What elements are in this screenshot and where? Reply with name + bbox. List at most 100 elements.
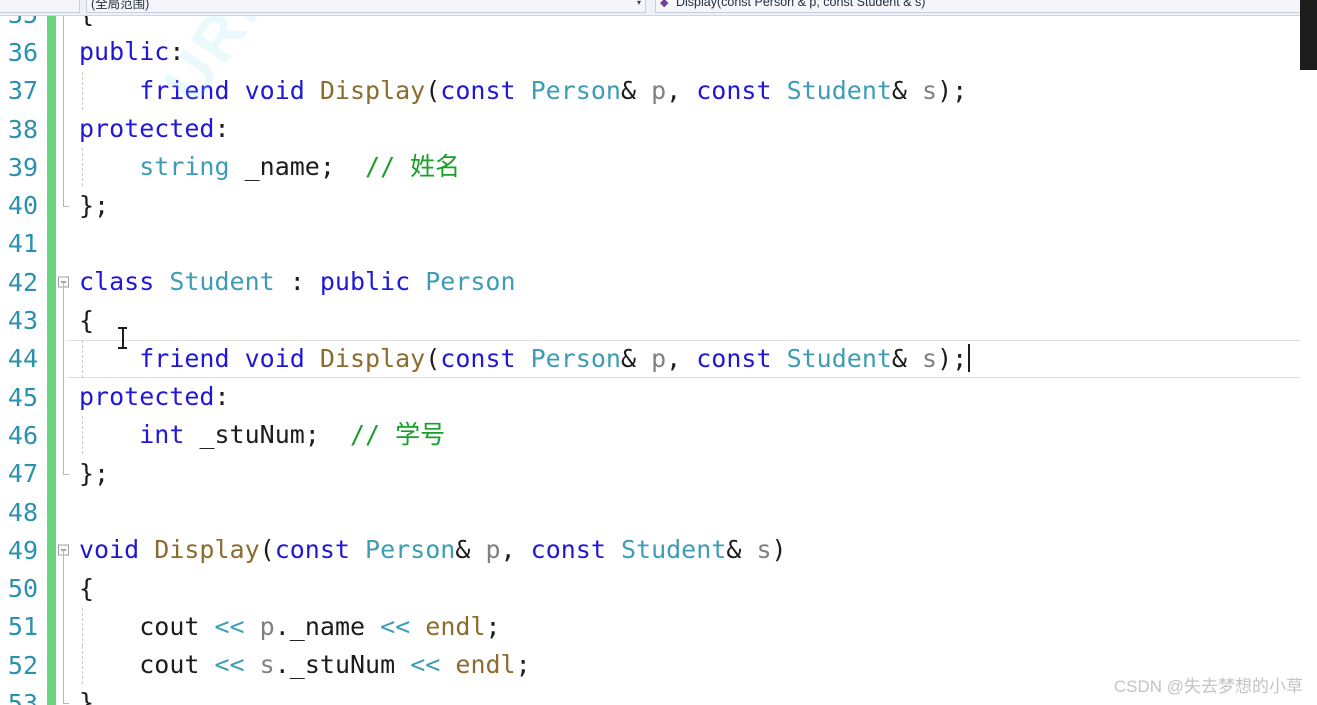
code-editor-surface[interactable]: UREN DE 35{36public:37 friend void Displ… bbox=[0, 16, 1317, 705]
line-number: 39 bbox=[7, 152, 38, 182]
code-text[interactable]: }; bbox=[73, 187, 1317, 225]
outlining-column bbox=[56, 493, 73, 531]
code-text[interactable]: void Display(const Person& p, const Stud… bbox=[73, 531, 1317, 569]
scrollbar-thumb[interactable] bbox=[1300, 16, 1317, 70]
token-typ: string bbox=[139, 152, 230, 182]
code-text[interactable]: protected: bbox=[73, 110, 1317, 148]
text-caret bbox=[968, 343, 971, 372]
code-line[interactable]: 44 friend void Display(const Person& p, … bbox=[0, 339, 1317, 378]
outlining-column[interactable] bbox=[56, 531, 73, 570]
code-line[interactable]: 48 bbox=[0, 492, 1317, 532]
scrollbar-top-cap bbox=[1300, 0, 1317, 16]
code-line[interactable]: 39 string _name; // 姓名 bbox=[0, 148, 1317, 187]
outlining-column bbox=[56, 148, 73, 187]
token-plain: cout bbox=[139, 611, 200, 641]
change-indicator-bar bbox=[47, 377, 56, 417]
line-number: 41 bbox=[7, 229, 38, 259]
outlining-column bbox=[56, 186, 73, 224]
token-kw: protected bbox=[79, 114, 215, 144]
change-indicator-bar bbox=[47, 33, 56, 72]
line-number: 38 bbox=[7, 114, 38, 144]
code-line[interactable]: 45 protected: bbox=[0, 377, 1317, 417]
code-text[interactable]: { bbox=[73, 16, 1317, 33]
code-line[interactable]: 43 { bbox=[0, 301, 1317, 340]
token-pun: : bbox=[169, 37, 185, 67]
token-pun: & bbox=[620, 343, 636, 373]
code-text[interactable]: friend void Display(const Person& p, con… bbox=[73, 339, 1317, 378]
member-dropdown[interactable]: ◆ Display(const Person & p, const Studen… bbox=[655, 0, 1317, 13]
token-kw: const bbox=[696, 75, 772, 105]
token-typ: Person bbox=[425, 267, 516, 297]
token-pun: ; bbox=[485, 611, 501, 641]
token-typ: Person bbox=[530, 75, 621, 105]
change-indicator-bar bbox=[47, 454, 56, 493]
code-line[interactable]: 41 bbox=[0, 224, 1317, 264]
chevron-down-icon: ▾ bbox=[636, 0, 641, 7]
code-text[interactable]: { bbox=[73, 302, 1317, 340]
token-pun: ); bbox=[937, 75, 968, 105]
code-text[interactable]: { bbox=[73, 570, 1317, 608]
token-var: p bbox=[651, 75, 667, 105]
code-text[interactable]: public: bbox=[73, 33, 1317, 71]
outlining-column bbox=[56, 416, 73, 455]
code-text[interactable]: int _stuNum; // 学号 bbox=[73, 416, 1317, 455]
code-text[interactable]: protected: bbox=[73, 378, 1317, 416]
member-dropdown-value: Display(const Person & p, const Student … bbox=[676, 0, 926, 9]
code-text[interactable]: string _name; // 姓名 bbox=[73, 148, 1317, 187]
token-pun: ); bbox=[937, 343, 968, 373]
line-number: 42 bbox=[7, 267, 38, 297]
code-line[interactable]: 38 protected: bbox=[0, 109, 1317, 149]
token-pun: , bbox=[666, 75, 697, 105]
code-line[interactable]: 42 class Student : public Person bbox=[0, 263, 1317, 302]
line-number: 36 bbox=[7, 37, 38, 67]
line-number: 35 bbox=[0, 16, 44, 29]
outlining-column bbox=[56, 339, 73, 378]
code-text[interactable]: cout << p._name << endl; bbox=[73, 607, 1317, 646]
scope-dropdown[interactable]: (全局范围) ▾ bbox=[86, 0, 646, 13]
code-text[interactable]: class Student : public Person bbox=[73, 263, 1317, 301]
code-line[interactable]: 50 { bbox=[0, 569, 1317, 608]
token-kw: const bbox=[440, 343, 516, 373]
change-indicator-bar bbox=[47, 416, 56, 455]
code-line[interactable]: 36 public: bbox=[0, 33, 1317, 72]
change-indicator-bar bbox=[47, 646, 56, 685]
token-kw: const bbox=[696, 343, 772, 373]
code-line[interactable]: 49 void Display(const Person& p, const St… bbox=[0, 531, 1317, 570]
outlining-column[interactable] bbox=[56, 263, 73, 302]
code-line[interactable]: 47}; bbox=[0, 454, 1317, 493]
change-indicator-bar bbox=[47, 109, 56, 149]
line-number: 47 bbox=[7, 459, 38, 489]
code-line[interactable]: 37 friend void Display(const Person& p, … bbox=[0, 71, 1317, 110]
line-number: 43 bbox=[7, 306, 38, 336]
line-number: 40 bbox=[7, 191, 38, 221]
code-line[interactable]: 40}; bbox=[0, 186, 1317, 225]
token-var: s bbox=[922, 343, 938, 373]
code-text[interactable]: friend void Display(const Person& p, con… bbox=[73, 71, 1317, 110]
code-text[interactable]: }; bbox=[73, 455, 1317, 493]
code-line[interactable]: 35 { bbox=[0, 16, 1317, 34]
token-typ: Student bbox=[620, 535, 727, 565]
token-typ: Student bbox=[786, 343, 892, 373]
line-number: 52 bbox=[7, 650, 38, 680]
code-line[interactable]: 51 cout << p._name << endl; bbox=[0, 607, 1317, 647]
token-pun: ( bbox=[425, 75, 441, 105]
vertical-scrollbar[interactable] bbox=[1300, 16, 1317, 705]
code-line[interactable]: 46 int _stuNum; // 学号 bbox=[0, 416, 1317, 455]
token-pun: { bbox=[79, 305, 95, 335]
token-kw: const bbox=[440, 75, 516, 105]
